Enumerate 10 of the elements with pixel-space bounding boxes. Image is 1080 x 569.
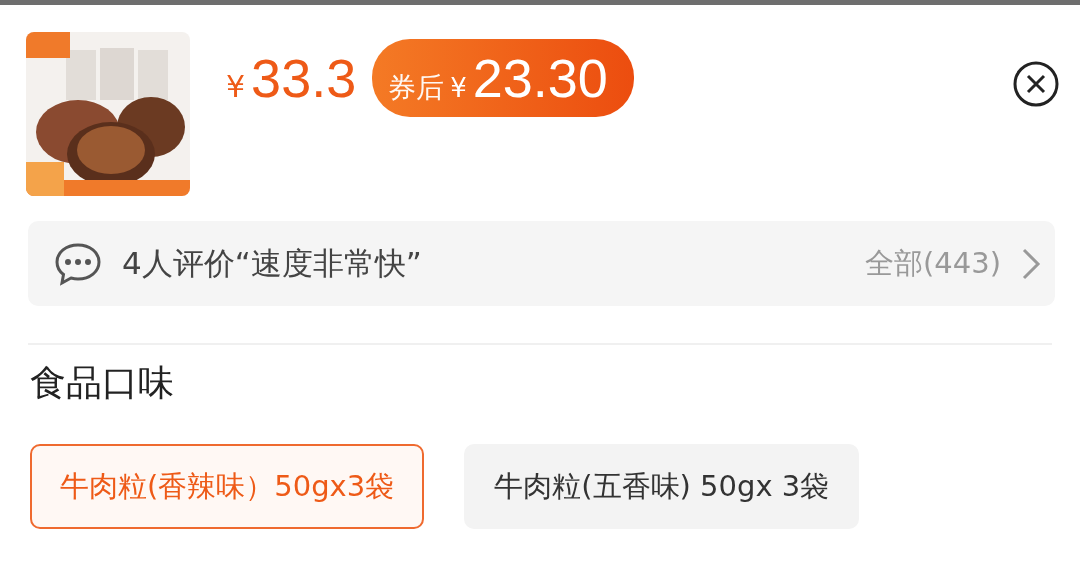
chat-bubble-icon [54, 241, 102, 286]
flavor-option[interactable]: 牛肉粒(五香味) 50gx 3袋 [464, 444, 860, 529]
review-summary-bar[interactable]: 4人评价“速度非常快” 全部(443) [28, 221, 1055, 306]
chevron-right-icon [1021, 246, 1041, 281]
price: ¥33.3 [226, 47, 357, 109]
close-button[interactable] [1012, 60, 1060, 108]
section-title: 食品口味 [30, 361, 175, 405]
close-icon [1012, 60, 1060, 108]
coupon-price-badge: 券后 ¥23.30 [372, 39, 634, 117]
review-highlight: 4人评价“速度非常快” [122, 243, 422, 283]
